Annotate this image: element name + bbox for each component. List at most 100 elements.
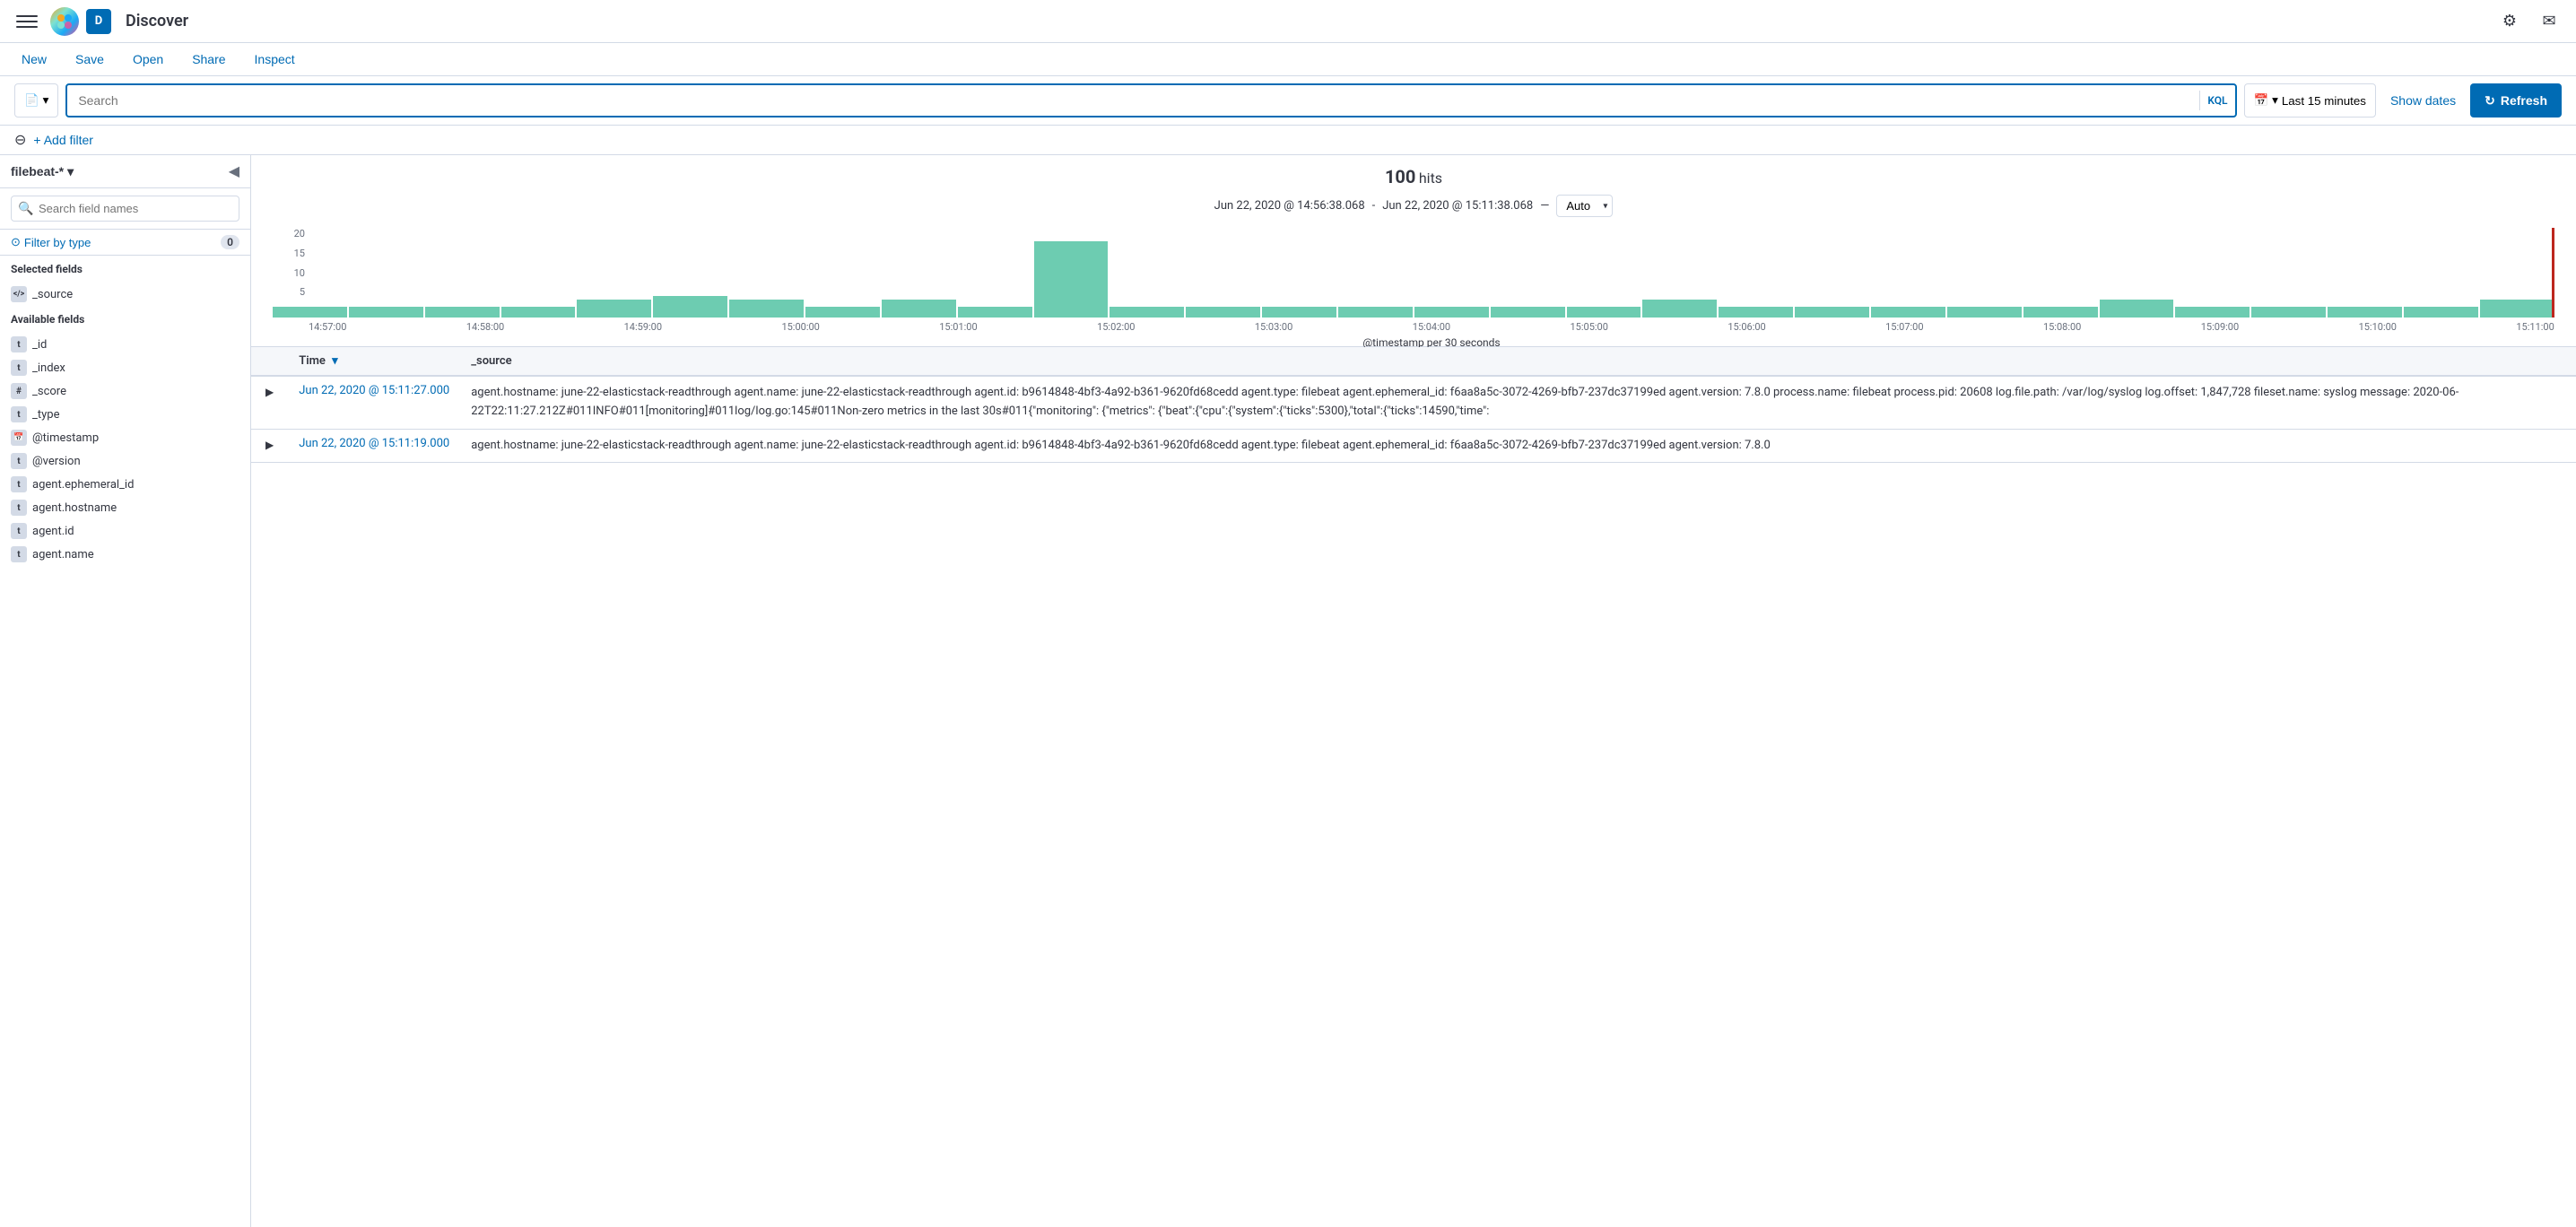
chart-bar[interactable] [882,300,956,318]
field-type-badge: t [11,336,27,352]
field-name: @version [32,455,81,468]
time-range-end: Jun 22, 2020 @ 15:11:38.068 [1382,199,1533,213]
chart-bar[interactable] [1034,241,1109,318]
calendar-icon: 📅 [2254,93,2269,108]
chart-bar[interactable] [577,300,651,318]
search-bar: 📄 ▾ KQL 📅 ▾ Last 15 minutes Show dates ↻… [0,76,2576,126]
chart-bar[interactable] [1262,307,1336,318]
source-col-label: _source [471,354,511,368]
filter-icon-button[interactable]: ⊖ [14,131,26,149]
chart-bar[interactable] [729,300,804,318]
chart-bar[interactable] [2480,300,2554,318]
field-item[interactable]: t agent.id [0,519,250,543]
hamburger-menu[interactable] [11,5,43,38]
top-nav: D Discover ⚙ ✉ [0,0,2576,43]
field-type-badge: # [11,383,27,399]
app-title: Discover [126,12,2486,30]
expand-row-button[interactable]: ▶ [262,384,277,400]
field-item[interactable]: t _index [0,356,250,379]
field-type-badge: t [11,523,27,539]
field-type-badge: 📅 [11,430,27,446]
chart-bar[interactable] [349,307,423,318]
user-avatar[interactable]: D [86,9,111,34]
logo [50,7,79,36]
chart-bar[interactable] [653,296,727,318]
field-item[interactable]: t @version [0,449,250,473]
field-item[interactable]: t _id [0,333,250,356]
time-selector-button[interactable]: 📅 ▾ Last 15 minutes [2244,83,2376,117]
hits-count: 100 [1385,166,1415,187]
table-row: ▶Jun 22, 2020 @ 15:11:27.000agent.hostna… [251,376,2576,429]
time-col-header[interactable]: Time ▾ [288,347,460,376]
chart-bar[interactable] [1491,307,1565,318]
field-item[interactable]: t agent.hostname [0,496,250,519]
chart-bar[interactable] [1642,300,1717,318]
search-icon: 🔍 [18,202,33,216]
interval-select[interactable]: Auto [1556,195,1613,217]
collapse-sidebar-button[interactable]: ◀ [229,162,239,180]
field-item[interactable]: t agent.name [0,543,250,566]
search-input[interactable] [67,88,2199,113]
source-col-header: _source [460,347,2576,376]
document-icon: 📄 [24,93,39,108]
chart-bar[interactable] [1338,307,1413,318]
refresh-button[interactable]: ↻ Refresh [2470,83,2562,117]
user-icon-btn[interactable]: ⚙ [2493,5,2526,38]
chart-bar[interactable] [425,307,500,318]
field-type-badge: </> [11,286,27,302]
mail-icon-btn[interactable]: ✉ [2533,5,2565,38]
new-button[interactable]: New [14,48,54,70]
chart-bar[interactable] [1947,307,2022,318]
save-button[interactable]: Save [68,48,111,70]
filter-row: ⊖ + Add filter [0,126,2576,155]
field-item[interactable]: 📅 @timestamp [0,426,250,449]
chevron-down-icon: ▾ [67,164,74,179]
chart-bar[interactable] [958,307,1032,318]
chart-bar[interactable] [273,307,347,318]
results-section[interactable]: Time ▾ _source ▶Jun 22, 2020 @ 15:11:27.… [251,347,2576,1227]
chart-bar[interactable] [1567,307,1641,318]
filter-by-type-button[interactable]: ⊙ Filter by type [11,235,91,249]
field-item[interactable]: t _type [0,403,250,426]
chart-x-axis: 14:57:00 14:58:00 14:59:00 15:00:00 15:0… [273,318,2554,333]
sidebar-search: 🔍 [0,188,250,230]
filter-by-type-row: ⊙ Filter by type 0 [0,230,250,256]
chart-bar[interactable] [1414,307,1489,318]
add-filter-button[interactable]: + Add filter [33,133,93,147]
chart-bar[interactable] [2023,307,2098,318]
chart-bar[interactable] [2404,307,2478,318]
table-header-row: Time ▾ _source [251,347,2576,376]
chart-bar[interactable] [2100,300,2174,318]
nav-icons: ⚙ ✉ [2493,5,2565,38]
user-icon: ⚙ [2502,12,2517,30]
field-search-input[interactable] [11,196,239,222]
chart-bar[interactable] [1186,307,1260,318]
chart-bar[interactable] [1795,307,1869,318]
chart-bar[interactable] [1110,307,1184,318]
index-pattern-button[interactable]: filebeat-* ▾ [11,164,74,179]
chart-bar[interactable] [2251,307,2326,318]
search-type-button[interactable]: 📄 ▾ [14,83,58,117]
show-dates-button[interactable]: Show dates [2383,90,2463,111]
chart-bar[interactable] [2328,307,2402,318]
histogram-header: 100 hits [273,166,2554,187]
inspect-button[interactable]: Inspect [248,48,302,70]
expand-row-button[interactable]: ▶ [262,437,277,453]
field-item[interactable]: t agent.ephemeral_id [0,473,250,496]
main-layout: filebeat-* ▾ ◀ 🔍 ⊙ Filter by type 0 Sele… [0,155,2576,1227]
share-button[interactable]: Share [185,48,232,70]
time-range-label: Last 15 minutes [2282,94,2366,108]
available-fields-label: Available fields [11,313,239,326]
field-item-source[interactable]: </> _source [0,283,250,306]
field-item[interactable]: # _score [0,379,250,403]
chart-bar[interactable] [2175,307,2250,318]
chart-bar[interactable] [1871,307,1945,318]
chart-bar[interactable] [501,307,576,318]
sidebar: filebeat-* ▾ ◀ 🔍 ⊙ Filter by type 0 Sele… [0,155,251,1227]
interval-select-wrap: Auto ▾ [1556,195,1613,217]
chart-bar[interactable] [1719,307,1793,318]
chart-bar[interactable] [805,307,880,318]
filter-circle-icon: ⊙ [11,235,21,249]
open-button[interactable]: Open [126,48,170,70]
index-pattern-label: filebeat-* [11,164,64,178]
